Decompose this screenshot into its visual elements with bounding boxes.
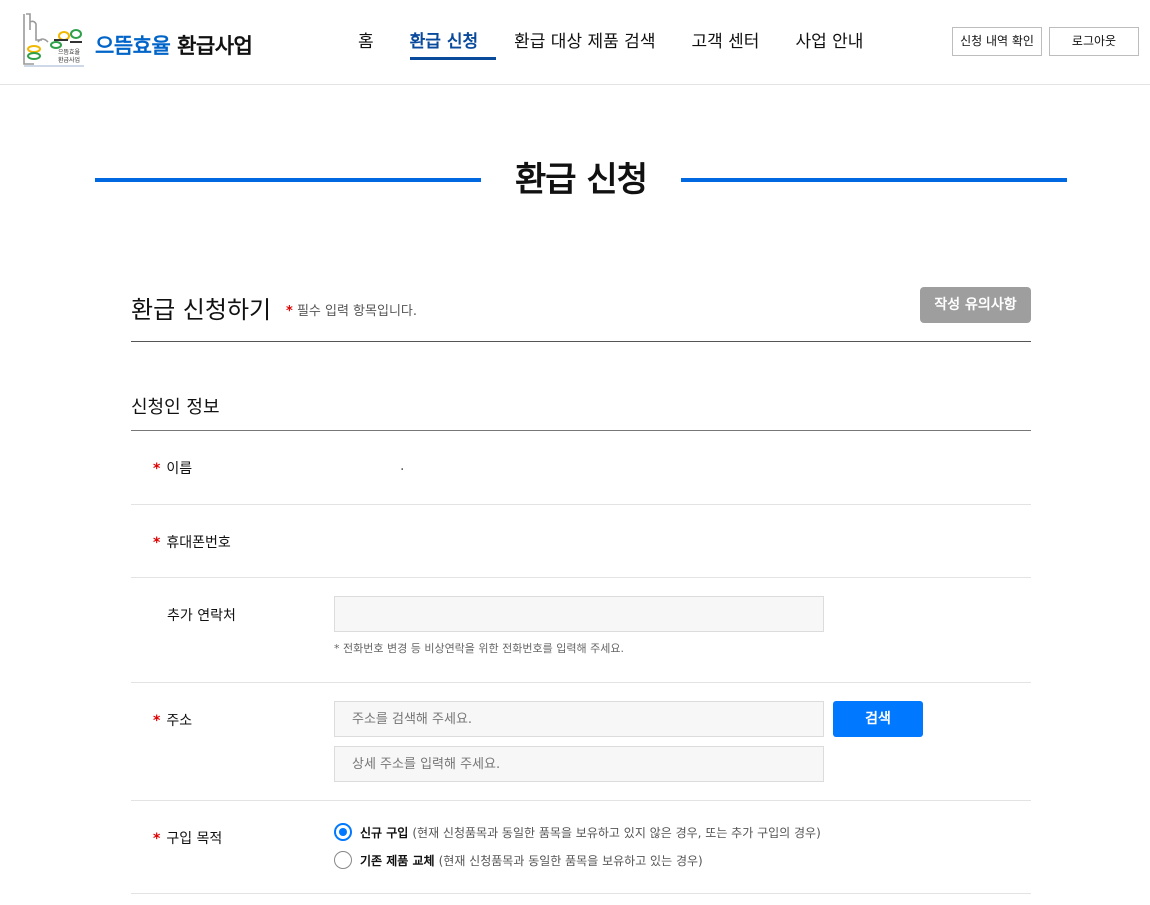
extra-contact-label: 추가 연락처 [167, 608, 236, 624]
extra-contact-hint: * 전화번호 변경 등 비상연락을 위한 전화번호를 입력해 주세요. [334, 642, 624, 655]
purpose-option-label: 기존 제품 교체 [360, 853, 435, 868]
site-logo[interactable]: 으뜸효율 환급사업 으뜸효율 환급사업 [20, 12, 260, 72]
address-detail-input[interactable] [334, 746, 824, 782]
required-note: * 필수 입력 항목입니다. [286, 300, 417, 319]
form-header: 환급 신청하기 * 필수 입력 항목입니다. 작성 유의사항 [131, 286, 1031, 342]
logo-text-brand: 으뜸효율 [95, 34, 171, 58]
row-divider [131, 682, 1031, 683]
required-note-text: 필수 입력 항목입니다. [296, 304, 417, 319]
row-divider [131, 800, 1031, 801]
name-label-text: 이름 [166, 461, 193, 477]
address-search-button[interactable]: 검색 [833, 701, 923, 737]
page-title: 환급 신청 [515, 160, 648, 200]
address-label-text: 주소 [166, 713, 193, 729]
phone-label-text: 휴대폰번호 [166, 535, 231, 551]
logo-mark-text-2: 환급사업 [58, 56, 80, 64]
address-input[interactable] [334, 701, 824, 737]
row-divider [131, 504, 1031, 505]
logo-text-program: 환급사업 [177, 34, 253, 58]
row-divider [131, 893, 1031, 894]
radio-selected-icon[interactable] [334, 823, 352, 841]
page-title-block: 환급 신청 [95, 148, 1067, 208]
phone-label: * 휴대폰번호 [153, 532, 231, 552]
row-divider [131, 577, 1031, 578]
purpose-option-desc: (현재 신청품목과 동일한 품목을 보유하고 있지 않은 경우, 또는 추가 구… [412, 825, 821, 840]
purpose-option-label: 신규 구입 [360, 825, 409, 840]
name-value: . [400, 458, 405, 474]
nav-refund-apply[interactable]: 환급 신청 [330, 0, 497, 85]
section-title: 신청인 정보 [131, 397, 220, 418]
purpose-label: * 구입 목적 [153, 828, 222, 848]
nav-program-info[interactable]: 사업 안내 [777, 0, 881, 85]
address-label: * 주소 [153, 710, 192, 730]
form-title: 환급 신청하기 [131, 296, 272, 324]
purpose-option-new[interactable]: 신규 구입 (현재 신청품목과 동일한 품목을 보유하고 있지 않은 경우, 또… [334, 823, 821, 841]
required-mark: * [153, 461, 161, 477]
purpose-label-text: 구입 목적 [166, 831, 223, 847]
logo-mark-icon: 으뜸효율 환급사업 [23, 13, 84, 67]
extra-contact-input[interactable] [334, 596, 824, 632]
required-mark: * [153, 535, 161, 551]
section-divider [131, 430, 1031, 431]
required-mark: * [153, 713, 161, 729]
nav-product-search[interactable]: 환급 대상 제품 검색 [496, 0, 673, 85]
nav-customer-center[interactable]: 고객 센터 [673, 0, 777, 85]
site-header: 으뜸효율 환급사업 으뜸효율 환급사업 홈 환급 신청 환급 대상 제품 검색 … [0, 0, 1150, 85]
purpose-option-desc: (현재 신청품목과 동일한 품목을 보유하고 있는 경우) [438, 853, 703, 868]
logo-mark-text-1: 으뜸효율 [58, 49, 81, 56]
logout-button[interactable]: 로그아웃 [1049, 27, 1139, 56]
logo-text: 으뜸효율 환급사업 [95, 30, 253, 60]
guide-button[interactable]: 작성 유의사항 [920, 287, 1031, 323]
history-button[interactable]: 신청 내역 확인 [952, 27, 1042, 56]
required-mark: * [286, 304, 293, 319]
required-mark: * [153, 831, 161, 847]
name-label: * 이름 [153, 458, 192, 478]
purpose-option-replace[interactable]: 기존 제품 교체 (현재 신청품목과 동일한 품목을 보유하고 있는 경우) [334, 851, 703, 869]
main-nav: 홈 환급 신청 환급 대상 제품 검색 고객 센터 사업 안내 [340, 0, 881, 85]
radio-unselected-icon[interactable] [334, 851, 352, 869]
